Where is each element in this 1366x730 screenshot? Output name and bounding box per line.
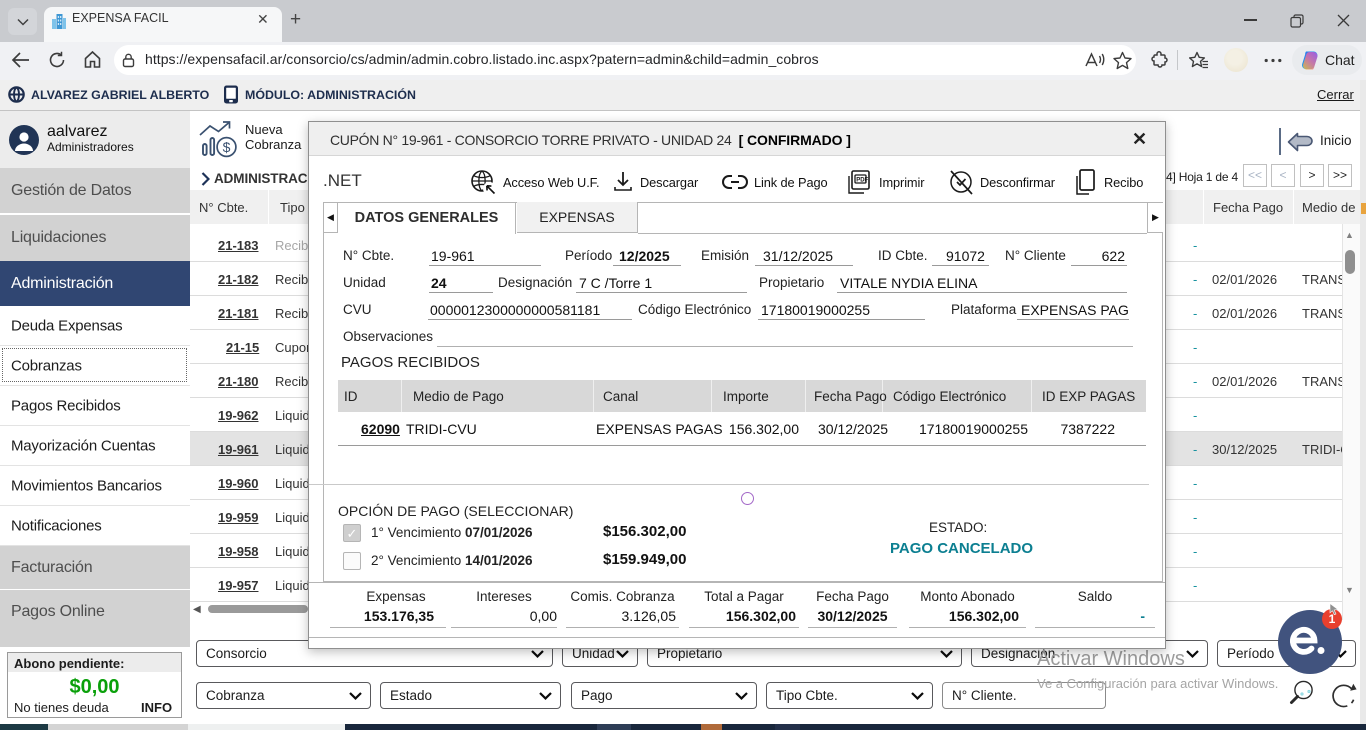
svg-text:PDF: PDF xyxy=(856,178,868,184)
svg-text:$: $ xyxy=(223,139,231,155)
